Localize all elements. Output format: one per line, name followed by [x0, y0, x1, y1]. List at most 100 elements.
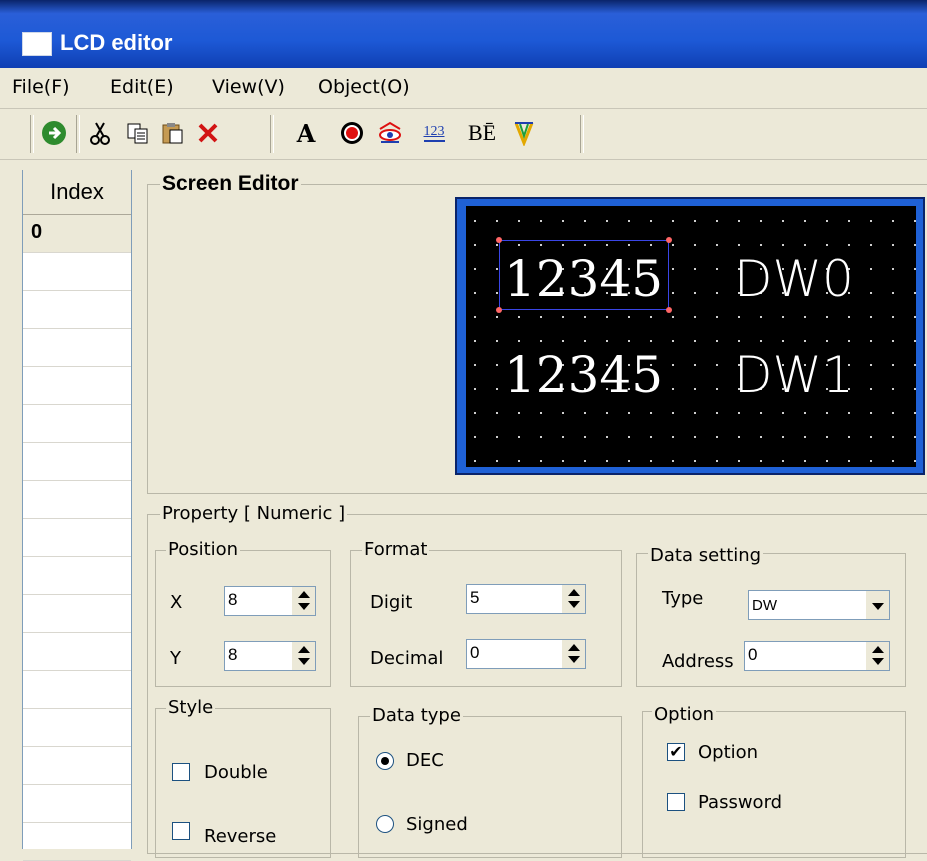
index-row[interactable]: [23, 747, 131, 785]
type-select[interactable]: DW: [748, 590, 890, 620]
index-row[interactable]: [23, 291, 131, 329]
color-icon[interactable]: [510, 118, 538, 148]
resize-handle[interactable]: [666, 237, 672, 243]
password-checkbox[interactable]: [667, 793, 685, 811]
dec-radio[interactable]: [376, 752, 394, 770]
lcd-dot: [518, 436, 520, 438]
index-row[interactable]: [23, 443, 131, 481]
lcd-screen[interactable]: 12345 DW0 12345 DW1: [466, 206, 916, 467]
chevron-down-icon[interactable]: [866, 591, 889, 619]
lcd-numeric-2[interactable]: 12345: [504, 350, 663, 400]
option-checkbox[interactable]: ✔: [667, 743, 685, 761]
menu-object[interactable]: Object(O): [318, 76, 410, 98]
lcd-dot: [474, 364, 476, 366]
selection-box[interactable]: [496, 237, 672, 313]
y-stepper[interactable]: 8: [224, 641, 316, 671]
index-row[interactable]: [23, 823, 131, 861]
spin-arrows-icon[interactable]: [292, 587, 315, 615]
lcd-dot: [738, 220, 740, 222]
index-row[interactable]: [23, 557, 131, 595]
menu-edit[interactable]: Edit(E): [110, 76, 174, 98]
title-bar[interactable]: LCD editor: [0, 0, 927, 68]
lcd-dot: [694, 220, 696, 222]
lamp-icon[interactable]: [338, 118, 366, 148]
lcd-dot: [650, 220, 652, 222]
lcd-dot: [870, 340, 872, 342]
bitmap-text-icon[interactable]: BĒ: [462, 118, 502, 148]
lcd-dot: [804, 316, 806, 318]
digit-stepper[interactable]: 5: [466, 584, 586, 614]
x-stepper[interactable]: 8: [224, 586, 316, 616]
index-row[interactable]: [23, 785, 131, 823]
spin-arrows-icon[interactable]: [562, 585, 585, 613]
lcd-dot: [738, 412, 740, 414]
resize-handle[interactable]: [666, 307, 672, 313]
double-checkbox[interactable]: [172, 763, 190, 781]
lcd-dot: [628, 412, 630, 414]
app-icon: [22, 32, 52, 56]
index-row[interactable]: [23, 367, 131, 405]
lcd-dot: [738, 436, 740, 438]
spin-arrows-icon[interactable]: [866, 642, 889, 670]
index-row[interactable]: [23, 253, 131, 291]
spin-arrows-icon[interactable]: [292, 642, 315, 670]
copy-icon[interactable]: [124, 118, 152, 148]
lcd-dot: [584, 316, 586, 318]
index-row[interactable]: [23, 405, 131, 443]
lcd-dot: [914, 292, 916, 294]
spin-arrows-icon[interactable]: [562, 640, 585, 668]
paste-icon[interactable]: [158, 118, 186, 148]
lcd-dot: [694, 388, 696, 390]
lcd-dot: [672, 316, 674, 318]
lcd-dot: [474, 268, 476, 270]
menu-view[interactable]: View(V): [212, 76, 285, 98]
address-stepper[interactable]: 0: [744, 641, 890, 671]
resize-handle[interactable]: [496, 307, 502, 313]
lcd-dot: [826, 460, 828, 462]
menu-bar: File(F) Edit(E) View(V) Object(O): [0, 68, 927, 109]
lcd-dot: [496, 364, 498, 366]
lcd-dot: [914, 436, 916, 438]
lcd-dot: [870, 460, 872, 462]
index-row[interactable]: [23, 633, 131, 671]
option-label: Option: [698, 742, 759, 763]
index-row[interactable]: [23, 519, 131, 557]
go-icon[interactable]: [40, 118, 68, 148]
lcd-dot: [474, 436, 476, 438]
lcd-dot: [562, 436, 564, 438]
lcd-dot: [848, 316, 850, 318]
index-row[interactable]: [23, 709, 131, 747]
signed-label: Signed: [406, 814, 468, 835]
lcd-dot: [892, 268, 894, 270]
lcd-dot: [870, 364, 872, 366]
lcd-variable-1[interactable]: DW0: [734, 254, 854, 304]
index-row[interactable]: [23, 671, 131, 709]
index-row[interactable]: [23, 595, 131, 633]
lcd-dot: [892, 292, 894, 294]
delete-icon[interactable]: [194, 118, 222, 148]
reverse-checkbox[interactable]: [172, 822, 190, 840]
numeric-icon[interactable]: 123: [414, 118, 454, 148]
lcd-dot: [848, 412, 850, 414]
lcd-dot: [496, 340, 498, 342]
index-row[interactable]: [23, 329, 131, 367]
lcd-dot: [716, 460, 718, 462]
index-header[interactable]: Index: [23, 170, 131, 215]
signed-radio[interactable]: [376, 815, 394, 833]
lcd-dot: [650, 436, 652, 438]
lcd-variable-2[interactable]: DW1: [734, 350, 854, 400]
eye-icon[interactable]: [376, 118, 404, 148]
menu-file[interactable]: File(F): [12, 76, 70, 98]
index-row[interactable]: [23, 481, 131, 519]
lcd-dot: [474, 316, 476, 318]
lcd-dot: [870, 436, 872, 438]
x-value: 8: [228, 590, 238, 609]
index-row[interactable]: 0: [23, 215, 131, 253]
text-icon[interactable]: A: [292, 118, 320, 148]
lcd-dot: [606, 412, 608, 414]
resize-handle[interactable]: [496, 237, 502, 243]
cut-icon[interactable]: [86, 118, 114, 148]
lcd-dot: [760, 436, 762, 438]
decimal-stepper[interactable]: 0: [466, 639, 586, 669]
lcd-dot: [694, 460, 696, 462]
